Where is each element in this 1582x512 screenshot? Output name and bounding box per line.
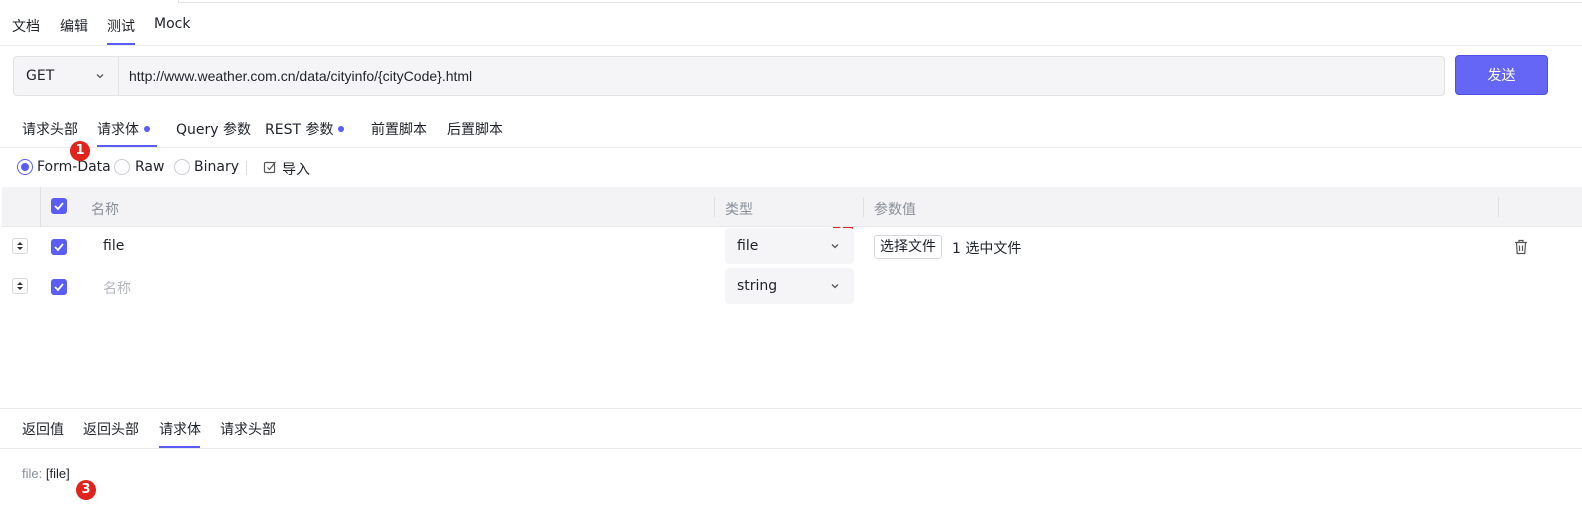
tab-post-script[interactable]: 后置脚本 (447, 119, 503, 139)
tab-test[interactable]: 测试 (107, 16, 135, 36)
file-status: 1 选中文件 (952, 241, 1022, 257)
param-type-select[interactable]: string (725, 268, 854, 304)
url-input[interactable] (118, 56, 1445, 96)
divider (246, 161, 247, 175)
tab-pre-script[interactable]: 前置脚本 (371, 119, 427, 139)
select-all-checkbox[interactable] (51, 198, 67, 214)
tab-response-request-headers[interactable]: 请求头部 (220, 419, 276, 439)
radio-binary-label[interactable]: Binary (194, 159, 239, 175)
body-value: [file] (45, 466, 70, 481)
params-table-header: 名称 类型 参数值 (2, 187, 1582, 227)
tab-response-value[interactable]: 返回值 (22, 419, 64, 439)
active-tab-indicator (97, 145, 157, 147)
method-select[interactable]: GET (13, 56, 118, 96)
radio-raw-label[interactable]: Raw (135, 159, 164, 175)
trash-icon[interactable] (1514, 239, 1528, 255)
param-type-value: string (737, 278, 778, 294)
top-tab-bar: 文档 编辑 测试 Mock (0, 0, 1582, 46)
column-separator (1498, 197, 1499, 217)
tab-response-request-body[interactable]: 请求体 (159, 419, 201, 439)
check-icon (54, 283, 64, 292)
column-separator (863, 197, 864, 217)
tab-query-params[interactable]: Query 参数 (176, 119, 251, 139)
annotation-badge-1: 1 (70, 141, 90, 161)
tab-request-body-label: 请求体 (97, 122, 139, 138)
table-row: file file 选择文件 1 选中文件 (0, 227, 1582, 267)
check-icon (54, 202, 64, 211)
tab-rest-params-label: REST 参数 (265, 122, 334, 138)
tab-docs[interactable]: 文档 (12, 16, 40, 36)
response-tab-bar: 返回值 返回头部 请求体 请求头部 (0, 408, 1582, 449)
modified-dot (144, 126, 150, 132)
body-key: file: (22, 466, 43, 481)
tab-request-body[interactable]: 请求体 (97, 119, 150, 139)
active-tab-indicator (107, 43, 135, 45)
modified-dot (338, 126, 345, 132)
radio-binary[interactable] (174, 159, 190, 175)
radio-form-data[interactable] (17, 159, 33, 175)
column-header-type: 类型 (725, 202, 753, 218)
active-tab-indicator (159, 446, 200, 448)
param-name-placeholder[interactable]: 名称 (103, 278, 131, 298)
row-checkbox[interactable] (51, 239, 67, 255)
body-type-selector: Form-Data Raw Binary 导入 (0, 155, 700, 180)
column-separator (714, 197, 715, 217)
param-name[interactable]: file (103, 238, 124, 254)
drag-handle-icon[interactable] (12, 238, 28, 254)
radio-raw[interactable] (114, 159, 130, 175)
param-type-select[interactable]: file (725, 228, 854, 264)
request-tab-bar: 请求头部 请求体 Query 参数 REST 参数 前置脚本 后置脚本 (0, 106, 1582, 148)
chevron-down-icon (96, 74, 104, 79)
tab-rest-params[interactable]: REST 参数 (265, 119, 345, 139)
drag-handle-icon[interactable] (12, 278, 28, 294)
column-header-value: 参数值 (874, 202, 916, 218)
request-body-output: file: [file] (22, 466, 70, 481)
radio-form-data-label[interactable]: Form-Data (37, 159, 111, 175)
import-icon[interactable] (263, 160, 277, 174)
column-separator (40, 187, 41, 227)
table-row: 名称 string (0, 267, 1582, 307)
tab-edit[interactable]: 编辑 (60, 16, 88, 36)
import-button-label[interactable]: 导入 (282, 159, 310, 179)
chevron-down-icon (831, 244, 839, 249)
row-checkbox[interactable] (51, 279, 67, 295)
choose-file-button[interactable]: 选择文件 (874, 235, 942, 259)
tab-response-headers[interactable]: 返回头部 (83, 419, 139, 439)
check-icon (54, 243, 64, 252)
param-type-value: file (737, 238, 759, 254)
method-value: GET (26, 68, 55, 84)
tab-mock[interactable]: Mock (154, 16, 190, 32)
annotation-badge-3: 3 (76, 480, 96, 500)
column-header-name: 名称 (91, 202, 119, 218)
send-button[interactable]: 发送 (1455, 55, 1548, 95)
tab-request-headers[interactable]: 请求头部 (22, 119, 78, 139)
chevron-down-icon (831, 284, 839, 289)
